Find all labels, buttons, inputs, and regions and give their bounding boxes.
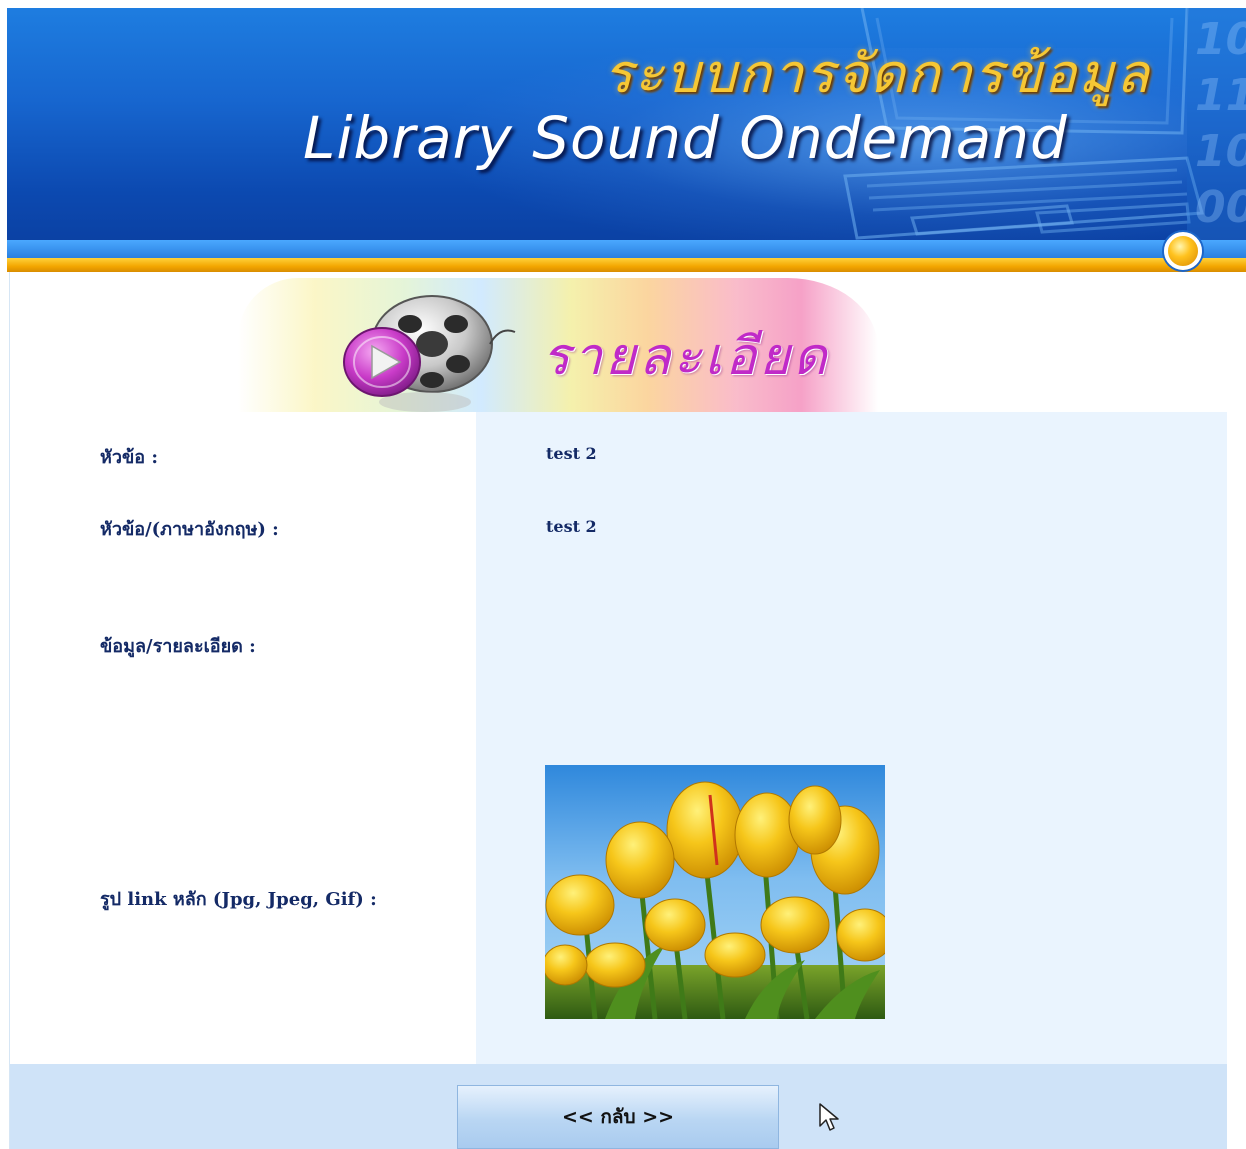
section-title: รายละเอียด [542,327,830,387]
details-table: หัวข้อ : test 2 หัวข้อ/(ภาษาอังกฤษ) : te… [10,412,1227,1064]
film-reel-play-icon [343,295,516,412]
banner-stripe-gold [7,258,1246,272]
digit-row: 00 [1195,182,1246,233]
description-label: ข้อมูล/รายละเอียด : [100,636,256,657]
english-title-value: test 2 [546,517,597,536]
banner-stripe-blue [7,240,1246,258]
slider-knob-icon [1164,232,1202,270]
banner-title-english: Library Sound Ondemand [303,104,1068,172]
page: 10 11 10 00 ระบบการจัดการข้อมูล Library … [0,0,1246,1149]
content-panel: รายละเอียด หัวข้อ : test 2 หัวข้อ/(ภาษาอ… [9,272,1227,1149]
binary-digits: 10 11 10 00 [1195,12,1246,244]
main-image-label: รูป link หลัก (Jpg, Jpeg, Gif) : [100,889,377,910]
label-column [10,412,476,1064]
digit-row: 10 [1195,126,1246,177]
title-value: test 2 [546,444,597,463]
section-header: รายละเอียด [10,272,1227,412]
english-title-label: หัวข้อ/(ภาษาอังกฤษ) : [100,519,279,540]
title-label: หัวข้อ : [100,447,158,468]
mouse-pointer-icon [819,1103,839,1131]
digit-row: 11 [1195,70,1246,121]
digit-row: 10 [1195,14,1246,65]
main-image-tulips [545,765,885,1019]
header-banner: 10 11 10 00 ระบบการจัดการข้อมูล Library … [7,8,1246,272]
back-button[interactable]: << กลับ >> [457,1085,779,1149]
footer-bar: << กลับ >> [10,1064,1227,1149]
